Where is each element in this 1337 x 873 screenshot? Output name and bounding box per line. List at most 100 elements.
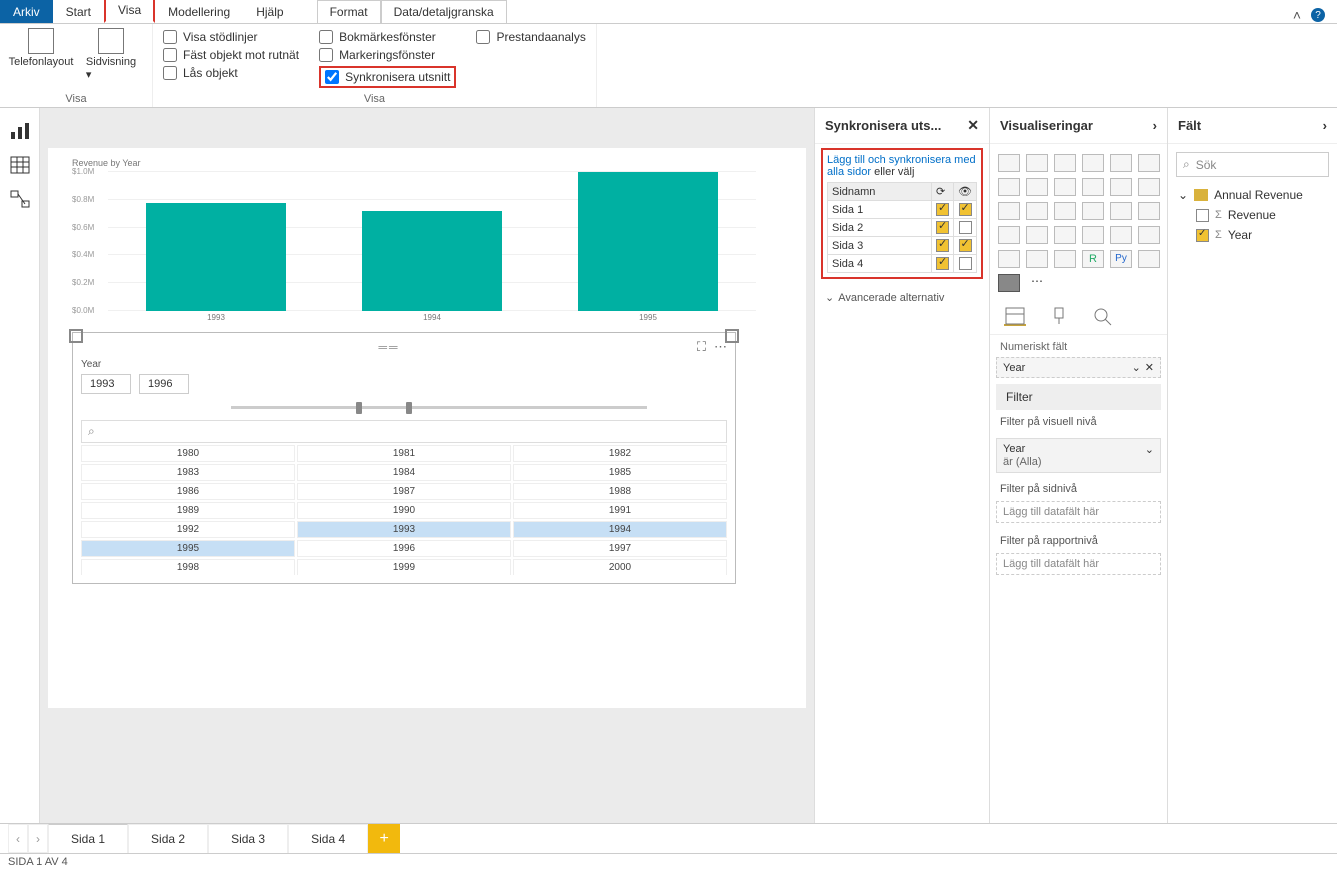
slicer-year-cell[interactable]: 1998 [81,559,295,575]
drop-zone-page[interactable]: Lägg till datafält här [996,501,1161,523]
viz-type-icon[interactable] [1110,178,1132,196]
viz-type-icon[interactable] [1054,154,1076,172]
chk-snap[interactable]: Fäst objekt mot rutnät [163,48,299,62]
slicer-visual[interactable]: ══ ⛶ ⋯ Year 1993 1996 [72,332,736,584]
viz-type-icon[interactable] [998,202,1020,220]
viz-type-icon[interactable] [1054,178,1076,196]
page-tab[interactable]: Sida 1 [48,824,128,853]
menu-format[interactable]: Format [317,0,381,23]
viz-type-icon[interactable] [1026,250,1048,268]
slicer-year-cell[interactable]: 1986 [81,483,295,500]
bar[interactable] [578,172,718,311]
viz-type-icon[interactable] [1082,154,1104,172]
viz-type-icon[interactable] [1026,178,1048,196]
viz-type-icon[interactable] [1138,202,1160,220]
sync-checkbox[interactable] [936,221,949,234]
collapse-ribbon-icon[interactable]: ˄ [1293,7,1301,23]
chevron-right-icon[interactable]: › [1153,118,1157,133]
slicer-year-cell[interactable]: 1988 [513,483,727,500]
field-well[interactable]: Year ⌄ ✕ [996,357,1161,378]
drop-zone-report[interactable]: Lägg till datafält här [996,553,1161,575]
viz-type-icon[interactable] [998,250,1020,268]
model-view-icon[interactable] [10,190,30,208]
menu-hjalp[interactable]: Hjälp [243,0,296,23]
slicer-year-cell[interactable]: 1999 [297,559,511,575]
tabs-next[interactable]: › [28,824,48,853]
slicer-year-cell[interactable]: 1989 [81,502,295,519]
report-canvas[interactable]: Revenue by Year $0.0M $0.2M $0.4M $0.6M … [40,108,814,823]
visible-checkbox[interactable] [959,257,972,270]
slicer-year-cell[interactable]: 1981 [297,445,511,462]
viz-type-icon[interactable] [1054,250,1076,268]
remove-field-icon[interactable]: ✕ [1145,361,1154,374]
bar[interactable] [362,211,502,311]
page-tab[interactable]: Sida 3 [208,824,288,853]
visible-checkbox[interactable] [959,239,972,252]
tabs-prev[interactable]: ‹ [8,824,28,853]
page-tab[interactable]: Sida 2 [128,824,208,853]
viz-type-icon[interactable] [1082,202,1104,220]
slicer-year-cell[interactable]: 1991 [513,502,727,519]
menu-start[interactable]: Start [53,0,104,23]
chk-performance[interactable]: Prestandaanalys [476,30,585,44]
viz-type-icon[interactable] [1026,202,1048,220]
slicer-year-cell[interactable]: 1993 [297,521,511,538]
viz-type-py-icon[interactable]: Py [1110,250,1132,268]
page-view-button[interactable]: Sidvisning▾ [80,28,142,81]
viz-type-r-icon[interactable]: R [1082,250,1104,268]
viz-type-icon[interactable] [1026,226,1048,244]
slider-handle-left[interactable] [356,402,362,414]
slicer-to-input[interactable]: 1996 [139,374,189,394]
viz-type-icon[interactable] [998,154,1020,172]
menu-data[interactable]: Data/detaljgranska [381,0,507,23]
add-page-button[interactable]: + [368,824,400,853]
slider-handle-right[interactable] [406,402,412,414]
data-view-icon[interactable] [10,156,30,174]
slicer-year-cell[interactable]: 1995 [81,540,295,557]
filter-card-year[interactable]: Year⌄ är (Alla) [996,438,1161,473]
slicer-from-input[interactable]: 1993 [81,374,131,394]
viz-type-icon[interactable] [1138,226,1160,244]
bar-chart[interactable]: $0.0M $0.2M $0.4M $0.6M $0.8M $1.0M 1993… [108,172,756,322]
phone-layout-button[interactable]: Telefonlayout [10,28,72,81]
chk-gridlines[interactable]: Visa stödlinjer [163,30,299,44]
chevron-right-icon[interactable]: › [1323,118,1327,133]
slicer-year-cell[interactable]: 1982 [513,445,727,462]
chk-selection[interactable]: Markeringsfönster [319,48,456,62]
slicer-year-cell[interactable]: 1985 [513,464,727,481]
slicer-year-cell[interactable]: 1987 [297,483,511,500]
field-checkbox[interactable] [1196,229,1209,242]
report-view-icon[interactable] [10,122,30,140]
viz-type-icon[interactable] [998,226,1020,244]
viz-more-icon[interactable]: ⋯ [1026,274,1048,292]
viz-type-icon[interactable] [1026,154,1048,172]
menu-modellering[interactable]: Modellering [155,0,243,23]
viz-type-icon[interactable] [1138,250,1160,268]
analytics-tab-icon[interactable] [1092,306,1114,326]
sync-checkbox[interactable] [936,203,949,216]
menu-arkiv[interactable]: Arkiv [0,0,53,23]
slicer-year-cell[interactable]: 1983 [81,464,295,481]
viz-type-icon[interactable] [1110,154,1132,172]
chk-bookmarks[interactable]: Bokmärkesfönster [319,30,456,44]
sync-checkbox[interactable] [936,257,949,270]
viz-type-icon[interactable] [998,178,1020,196]
table-node[interactable]: ⌄ Annual Revenue [1178,185,1327,205]
focus-mode-icon[interactable]: ⛶ [697,339,706,355]
fields-search[interactable]: ⌕ Sök [1176,152,1329,177]
chk-lock[interactable]: Lås objekt [163,66,299,80]
close-icon[interactable]: ✕ [967,117,979,134]
slicer-year-cell[interactable]: 1980 [81,445,295,462]
viz-type-icon[interactable] [1054,202,1076,220]
chevron-down-icon[interactable]: ⌄ [1132,361,1141,374]
page-tab[interactable]: Sida 4 [288,824,368,853]
sync-checkbox[interactable] [936,239,949,252]
viz-type-icon[interactable] [1110,226,1132,244]
viz-type-icon[interactable] [1110,202,1132,220]
field-checkbox[interactable] [1196,209,1209,222]
field-node[interactable]: ΣRevenue [1196,205,1327,225]
viz-type-slicer-icon[interactable] [998,274,1020,292]
chevron-down-icon[interactable]: ⌄ [1145,443,1154,456]
viz-type-icon[interactable] [1054,226,1076,244]
fields-tab-icon[interactable] [1004,306,1026,326]
